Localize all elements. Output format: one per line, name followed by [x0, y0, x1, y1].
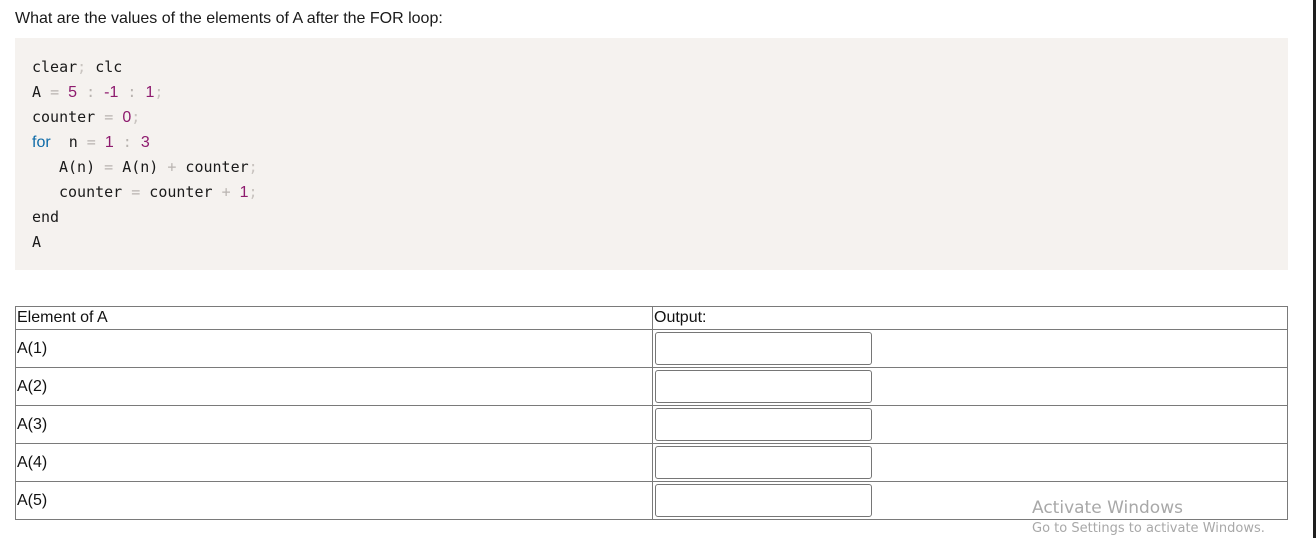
- output-cell: [652, 405, 1288, 444]
- header-element: Element of A: [15, 306, 653, 330]
- code-token: =: [104, 108, 114, 126]
- code-block: clear; clc A = 5 : -1 : 1; counter = 0; …: [15, 38, 1288, 270]
- output-cell: [652, 443, 1288, 482]
- table-header-row: Element of A Output:: [15, 306, 1288, 330]
- code-token: ;: [248, 158, 258, 176]
- element-label: A(1): [15, 329, 653, 368]
- element-label: A(2): [15, 367, 653, 406]
- code-token: +: [221, 183, 231, 201]
- code-token: end: [32, 208, 60, 226]
- code-token: =: [50, 83, 60, 101]
- output-input-a1[interactable]: [655, 332, 872, 365]
- element-label: A(5): [15, 481, 653, 520]
- code-token: for: [32, 134, 51, 151]
- code-line-update-a: A(n) = A(n) + counter;: [32, 155, 1288, 180]
- code-line-assign-a: A = 5 : -1 : 1;: [32, 80, 1288, 105]
- code-token: =: [104, 158, 114, 176]
- code-token: ;: [154, 83, 164, 101]
- code-token: =: [131, 183, 141, 201]
- output-input-a5[interactable]: [655, 484, 872, 517]
- code-token: counter: [32, 108, 105, 126]
- output-input-a2[interactable]: [655, 370, 872, 403]
- code-token: :: [86, 83, 96, 101]
- watermark-subtitle: Go to Settings to activate Windows.: [1032, 521, 1265, 536]
- code-token: 1: [239, 184, 249, 201]
- element-label: A(3): [15, 405, 653, 444]
- code-token: :: [127, 83, 137, 101]
- code-token: n: [50, 133, 87, 151]
- code-token: 0: [122, 109, 132, 126]
- table-row: A(4): [15, 443, 1288, 482]
- element-label: A(4): [15, 443, 653, 482]
- table-row: A(3): [15, 405, 1288, 444]
- answer-table: Element of A Output: A(1) A(2) A(3) A(4)…: [15, 306, 1288, 520]
- code-token: 5: [68, 84, 78, 101]
- code-line-counter-init: counter = 0;: [32, 105, 1288, 130]
- code-token: A(n): [113, 158, 168, 176]
- code-token: ;: [131, 108, 141, 126]
- code-token: -1: [104, 84, 119, 101]
- code-token: counter: [140, 183, 222, 201]
- code-token: ;: [77, 58, 87, 76]
- code-token: A(n): [59, 158, 105, 176]
- code-token: counter: [59, 183, 132, 201]
- code-line-for: for n = 1 : 3: [32, 130, 1288, 155]
- code-token: 1: [104, 134, 114, 151]
- code-token: :: [122, 133, 132, 151]
- code-token: ;: [248, 183, 258, 201]
- code-line-increment: counter = counter + 1;: [32, 180, 1288, 205]
- watermark-title: Activate Windows: [1032, 498, 1183, 518]
- activation-watermark: Activate Windows Go to Settings to activ…: [1032, 497, 1265, 539]
- code-token: clc: [86, 58, 123, 76]
- code-token: A: [32, 83, 51, 101]
- code-token: clear: [32, 58, 78, 76]
- code-token: counter: [176, 158, 249, 176]
- code-line-display: A: [32, 230, 1288, 255]
- header-output: Output:: [652, 306, 1288, 330]
- table-row: A(1): [15, 329, 1288, 368]
- output-cell: [652, 329, 1288, 368]
- output-cell: [652, 367, 1288, 406]
- output-input-a4[interactable]: [655, 446, 872, 479]
- table-row: A(2): [15, 367, 1288, 406]
- code-token: A: [32, 233, 42, 251]
- code-token: 3: [140, 134, 150, 151]
- output-input-a3[interactable]: [655, 408, 872, 441]
- code-line-clear: clear; clc: [32, 55, 1288, 80]
- code-token: =: [86, 133, 96, 151]
- code-line-end: end: [32, 205, 1288, 230]
- question-text: What are the values of the elements of A…: [15, 10, 443, 27]
